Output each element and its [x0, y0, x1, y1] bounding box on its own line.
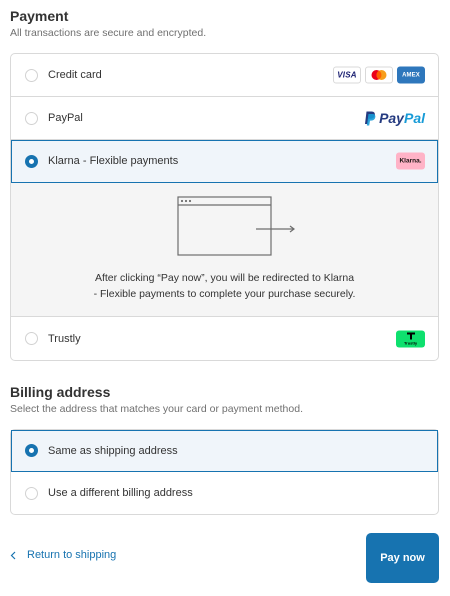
- paypal-label: PayPal: [48, 112, 83, 124]
- credit-card-radio[interactable]: [25, 68, 38, 82]
- billing-subtitle: Select the address that matches your car…: [10, 403, 303, 415]
- billing-option-same-as-shipping[interactable]: Same as shipping address: [11, 430, 438, 472]
- billing-title: Billing address: [10, 384, 111, 400]
- payment-subtitle: All transactions are secure and encrypte…: [10, 27, 207, 39]
- browser-redirect-icon: [177, 196, 295, 256]
- payment-option-credit-card[interactable]: Credit card VISA AMEX: [11, 54, 438, 97]
- card-logos: VISA AMEX: [333, 66, 425, 84]
- klarna-radio[interactable]: [25, 154, 38, 168]
- redirect-info-panel: After clicking “Pay now”, you will be re…: [11, 183, 438, 317]
- klarna-label: Klarna - Flexible payments: [48, 155, 179, 167]
- payment-option-klarna[interactable]: Klarna - Flexible payments Klarna.: [11, 140, 438, 183]
- chevron-left-icon: [10, 551, 16, 559]
- amex-icon: AMEX: [397, 66, 425, 84]
- billing-option-different-address[interactable]: Use a different billing address: [11, 472, 438, 514]
- payment-methods-box: Credit card VISA AMEX PayPal PayPal Klar…: [10, 53, 439, 361]
- billing-options-box: Same as shipping address Use a different…: [10, 429, 439, 515]
- different-address-radio[interactable]: [25, 486, 38, 500]
- payment-title: Payment: [10, 8, 69, 24]
- paypal-radio[interactable]: [25, 111, 38, 125]
- return-to-shipping-label: Return to shipping: [27, 549, 117, 561]
- payment-option-paypal[interactable]: PayPal PayPal: [11, 97, 438, 140]
- redirect-message: After clicking “Pay now”, you will be re…: [11, 271, 438, 302]
- credit-card-label: Credit card: [48, 69, 102, 81]
- return-to-shipping-link[interactable]: Return to shipping: [10, 549, 116, 561]
- same-as-shipping-label: Same as shipping address: [48, 444, 178, 457]
- klarna-icon: Klarna.: [396, 152, 425, 170]
- redirect-message-line1: After clicking “Pay now”, you will be re…: [94, 272, 355, 284]
- same-as-shipping-radio[interactable]: [25, 444, 38, 457]
- different-address-label: Use a different billing address: [48, 487, 193, 499]
- payment-option-trustly[interactable]: Trustly Trustly: [11, 317, 438, 360]
- pay-now-button[interactable]: Pay now: [366, 533, 439, 583]
- paypal-logo: PayPal: [364, 110, 425, 126]
- trustly-label: Trustly: [48, 332, 81, 345]
- paypal-icon: [365, 111, 376, 125]
- mastercard-icon: [365, 66, 393, 84]
- trustly-radio[interactable]: [25, 332, 38, 345]
- visa-icon: VISA: [333, 66, 361, 84]
- trustly-icon: Trustly: [396, 330, 425, 347]
- redirect-message-line2: - Flexible payments to complete your pur…: [93, 287, 356, 300]
